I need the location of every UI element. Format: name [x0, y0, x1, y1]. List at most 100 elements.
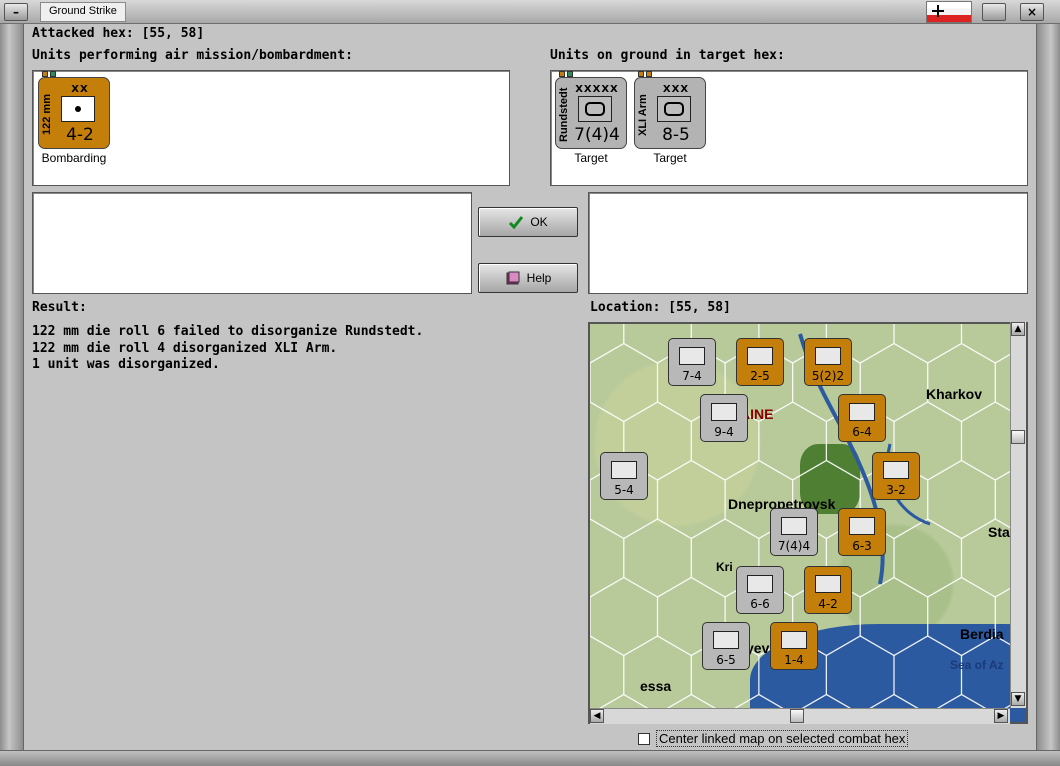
result-text: 122 mm die roll 6 failed to disorganize … — [32, 324, 423, 374]
result-line: 122 mm die roll 4 disorganized XLI Arm. — [32, 340, 338, 356]
restore-button[interactable] — [982, 3, 1006, 21]
map-hex[interactable] — [859, 576, 929, 657]
unit-stats: 7(4)4 — [574, 125, 620, 145]
place-berdiansk: Berdia — [960, 626, 1004, 642]
status-pip-icon — [50, 71, 56, 77]
map-unit-counter[interactable]: 6-3 — [838, 508, 886, 556]
result-line: 122 mm die roll 6 failed to disorganize … — [32, 324, 424, 339]
nation-flag-icon — [926, 1, 972, 23]
map-hex[interactable] — [927, 576, 996, 657]
map-hex[interactable] — [893, 518, 963, 598]
ground-unit-slot-rundstedt[interactable]: Rundstedt XXXXX 7(4)4 Target — [553, 71, 629, 165]
map-hex[interactable] — [893, 324, 963, 364]
map-unit-counter[interactable]: 6-5 — [702, 622, 750, 670]
map-hex[interactable] — [590, 324, 625, 364]
vertical-scroll-thumb[interactable] — [1011, 430, 1025, 444]
help-book-icon — [506, 271, 520, 285]
armor-symbol-icon — [657, 96, 691, 122]
minimize-button[interactable]: – — [4, 3, 28, 21]
unit-status-caption: Target — [653, 151, 687, 165]
result-label: Result: — [32, 300, 87, 315]
scroll-left-icon[interactable]: ◀ — [590, 709, 604, 723]
map-unit-counter-target[interactable]: 7(4)4 — [770, 508, 818, 556]
help-label: Help — [526, 271, 552, 285]
status-pip-icon — [567, 71, 573, 77]
status-pip-icon — [42, 71, 48, 77]
map-unit-counter[interactable]: 9-4 — [700, 394, 748, 442]
window-title: Ground Strike — [40, 2, 126, 22]
window-frame-right[interactable] — [1036, 24, 1060, 750]
map-hex[interactable] — [927, 342, 996, 423]
scroll-up-icon[interactable]: ▲ — [1011, 322, 1025, 336]
location-map[interactable]: Kharkov AINE Dnepropetrovsk Sta Kri yev … — [588, 322, 1028, 724]
scroll-down-icon[interactable]: ▼ — [1011, 692, 1025, 706]
map-hex[interactable] — [893, 635, 963, 715]
location-label: Location: [55, 58] — [590, 300, 731, 315]
status-pip-icon — [559, 71, 565, 77]
place-stalino: Sta — [988, 524, 1010, 540]
unit-status-caption: Target — [574, 151, 608, 165]
unit-size: XXX — [662, 84, 690, 95]
map-horizontal-scrollbar[interactable]: ◀ ▶ — [590, 708, 1010, 724]
map-hex[interactable] — [656, 459, 726, 540]
artillery-symbol-icon — [61, 96, 95, 122]
map-hex[interactable] — [623, 518, 692, 598]
ground-units-label: Units on ground in target hex: — [550, 48, 785, 63]
map-hex[interactable] — [590, 518, 625, 598]
ground-units-panel: Rundstedt XXXXX 7(4)4 Target XLI Arm XXX — [550, 70, 1028, 186]
close-button[interactable]: × — [1020, 3, 1044, 21]
map-unit-counter[interactable]: 2-5 — [736, 338, 784, 386]
map-unit-counter[interactable]: 4-2 — [804, 566, 852, 614]
attacked-hex-label: Attacked hex: [55, 58] — [32, 26, 205, 41]
ok-button[interactable]: OK — [478, 207, 578, 237]
right-info-panel — [588, 192, 1028, 294]
unit-status-caption: Bombarding — [41, 151, 107, 165]
center-map-checkbox[interactable] — [638, 732, 650, 745]
air-units-label: Units performing air mission/bombardment… — [32, 48, 353, 63]
center-map-checkbox-label[interactable]: Center linked map on selected combat hex — [656, 730, 909, 747]
map-hex[interactable] — [590, 635, 625, 715]
map-unit-counter[interactable]: 7-4 — [668, 338, 716, 386]
status-pip-icon — [638, 71, 644, 77]
armor-symbol-icon — [578, 96, 612, 122]
map-hex[interactable] — [927, 459, 996, 540]
air-units-panel: 122 mm XX 4-2 Bombarding — [32, 70, 510, 186]
map-unit-counter[interactable]: 5-4 — [600, 452, 648, 500]
place-odessa: essa — [640, 678, 672, 694]
map-unit-counter[interactable]: 6-6 — [736, 566, 784, 614]
ground-unit-slot-xli-arm[interactable]: XLI Arm XXX 8-5 Target — [632, 71, 708, 165]
left-info-panel — [32, 192, 472, 294]
map-hex[interactable] — [590, 342, 659, 423]
checkmark-icon — [509, 216, 524, 230]
map-unit-counter[interactable]: 5(2)2 — [804, 338, 852, 386]
title-bar: – Ground Strike × — [0, 0, 1060, 24]
map-hex[interactable] — [623, 635, 692, 715]
unit-counter-rundstedt[interactable]: Rundstedt XXXXX 7(4)4 — [555, 71, 627, 149]
unit-size: XX — [71, 84, 89, 95]
unit-stats: 4-2 — [66, 125, 94, 145]
ok-label: OK — [530, 215, 548, 229]
map-unit-counter[interactable]: 6-4 — [838, 394, 886, 442]
map-unit-counter[interactable]: 3-2 — [872, 452, 920, 500]
status-pip-icon — [646, 71, 652, 77]
place-krivoi-rog: Kri — [716, 560, 733, 574]
map-hex[interactable] — [590, 576, 659, 657]
unit-stats: 8-5 — [662, 125, 690, 145]
window-frame-bottom[interactable] — [0, 750, 1060, 766]
help-button[interactable]: Help — [478, 263, 578, 293]
place-kharkov: Kharkov — [926, 386, 983, 402]
result-line: 1 unit was disorganized. — [32, 357, 220, 372]
unit-counter-xli-arm[interactable]: XLI Arm XXX 8-5 — [634, 71, 706, 149]
air-unit-slot[interactable]: 122 mm XX 4-2 Bombarding — [36, 71, 112, 165]
scroll-right-icon[interactable]: ▶ — [994, 709, 1008, 723]
unit-counter-122mm[interactable]: 122 mm XX 4-2 — [38, 71, 110, 149]
unit-size: XXXXX — [575, 84, 619, 95]
map-hex[interactable] — [825, 635, 895, 715]
center-map-option[interactable]: Center linked map on selected combat hex — [638, 730, 909, 747]
place-sea-of-azov: Sea of Az — [950, 658, 1004, 672]
map-unit-counter[interactable]: 1-4 — [770, 622, 818, 670]
horizontal-scroll-thumb[interactable] — [790, 709, 804, 723]
map-vertical-scrollbar[interactable]: ▲ ▼ — [1010, 322, 1026, 708]
window-frame-left[interactable] — [0, 24, 24, 750]
dialog-content: Attacked hex: [55, 58] Units performing … — [24, 24, 1036, 750]
